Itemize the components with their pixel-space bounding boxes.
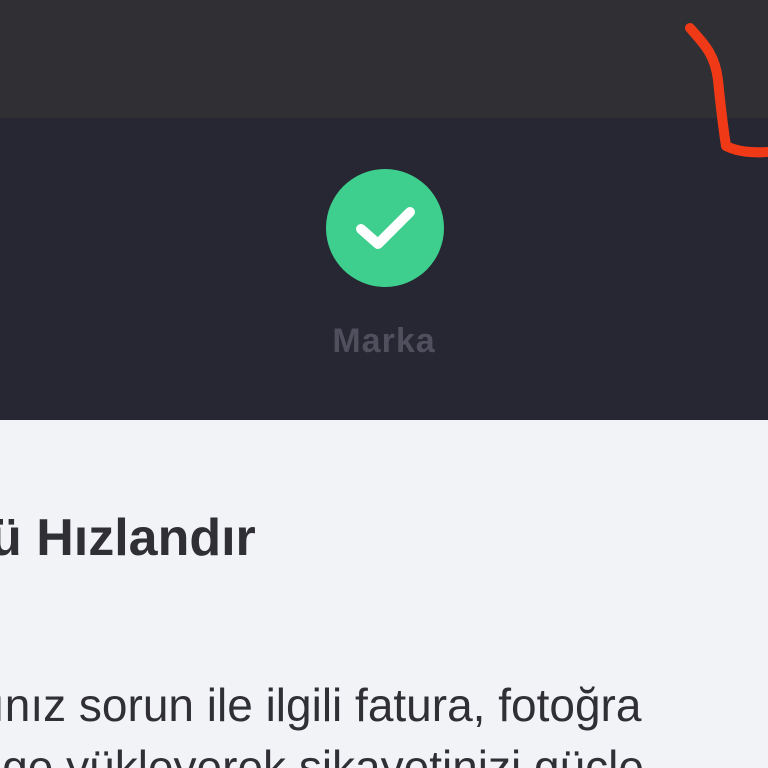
page-heading: ü Hızlandır [0, 509, 256, 567]
description-line-2: lge yükleyerek şikayetinizi güçle [0, 741, 644, 768]
step-label: Marka [332, 322, 436, 360]
description-line-1: ınız sorun ile ilgili fatura, fotoğra [0, 679, 642, 731]
page: Marka ü Hızlandır ınız sorun ile ilgili … [0, 0, 768, 768]
step-completed-indicator [326, 169, 444, 287]
top-bar [0, 0, 768, 118]
check-icon [356, 207, 415, 249]
